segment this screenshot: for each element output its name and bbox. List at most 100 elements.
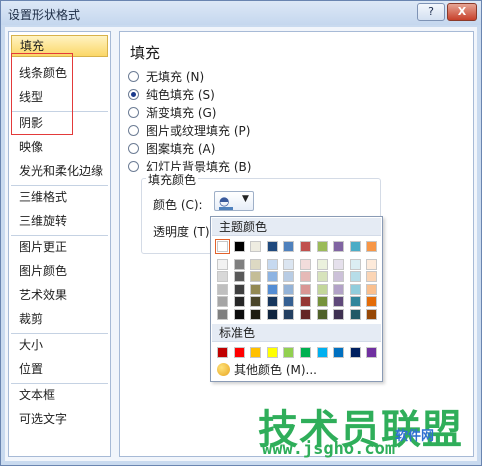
- nav-item-fill[interactable]: 填充: [11, 35, 108, 57]
- nav-item-glow-soft-edges[interactable]: 发光和柔化边缘: [11, 160, 108, 182]
- color-swatch[interactable]: [266, 259, 278, 270]
- color-swatch[interactable]: [217, 271, 228, 283]
- radio-solid-fill[interactable]: 纯色填充 (S): [128, 86, 215, 104]
- color-swatch[interactable]: [316, 347, 328, 358]
- color-swatch[interactable]: [266, 271, 278, 283]
- color-swatch[interactable]: [316, 241, 328, 252]
- color-swatch[interactable]: [349, 283, 361, 295]
- color-swatch[interactable]: [250, 271, 262, 283]
- radio-pattern-fill[interactable]: 图案填充 (A): [128, 140, 215, 158]
- color-swatch[interactable]: [333, 241, 345, 252]
- radio-indicator[interactable]: [128, 89, 139, 100]
- nav-item-3d-rotation[interactable]: 三维旋转: [11, 210, 108, 232]
- color-swatch[interactable]: [300, 259, 311, 270]
- color-swatch[interactable]: [250, 241, 262, 252]
- color-swatch[interactable]: [233, 283, 245, 295]
- radio-gradient-fill[interactable]: 渐变填充 (G): [128, 104, 216, 122]
- color-swatch[interactable]: [266, 241, 278, 252]
- color-swatch[interactable]: [300, 296, 311, 308]
- color-swatch[interactable]: [333, 308, 345, 320]
- color-swatch[interactable]: [300, 271, 311, 283]
- color-swatch[interactable]: [349, 347, 361, 358]
- color-swatch[interactable]: [349, 308, 361, 320]
- color-swatch[interactable]: [333, 259, 345, 270]
- fill-color-dropdown-button[interactable]: ◓ ▼: [214, 191, 254, 211]
- color-swatch[interactable]: [349, 259, 361, 270]
- color-swatch[interactable]: [316, 271, 328, 283]
- color-swatch[interactable]: [266, 308, 278, 320]
- color-swatch[interactable]: [349, 241, 361, 252]
- radio-indicator[interactable]: [128, 143, 139, 154]
- color-swatch[interactable]: [333, 283, 345, 295]
- nav-item-position[interactable]: 位置: [11, 358, 108, 380]
- color-swatch[interactable]: [283, 241, 295, 252]
- nav-item-3d-format[interactable]: 三维格式: [11, 186, 108, 208]
- color-swatch[interactable]: [316, 308, 328, 320]
- color-swatch[interactable]: [300, 241, 311, 252]
- color-swatch[interactable]: [333, 296, 345, 308]
- color-swatch[interactable]: [266, 296, 278, 308]
- color-swatch[interactable]: [283, 271, 295, 283]
- color-swatch[interactable]: [217, 259, 228, 270]
- color-swatch[interactable]: [316, 283, 328, 295]
- nav-item-size[interactable]: 大小: [11, 334, 108, 356]
- color-swatch[interactable]: [366, 283, 378, 295]
- color-swatch[interactable]: [217, 347, 228, 358]
- color-swatch[interactable]: [366, 241, 378, 252]
- color-swatch[interactable]: [233, 347, 245, 358]
- color-swatch[interactable]: [333, 271, 345, 283]
- more-colors-item[interactable]: 其他颜色 (M)...: [213, 361, 380, 380]
- radio-indicator[interactable]: [128, 161, 139, 172]
- color-swatch[interactable]: [233, 296, 245, 308]
- color-swatch[interactable]: [250, 296, 262, 308]
- color-swatch[interactable]: [283, 296, 295, 308]
- close-button[interactable]: X: [447, 3, 477, 21]
- title-bar[interactable]: 设置形状格式 ? X: [1, 1, 481, 25]
- color-swatch[interactable]: [316, 259, 328, 270]
- nav-item-alt-text[interactable]: 可选文字: [11, 408, 108, 430]
- nav-item-reflection[interactable]: 映像: [11, 136, 108, 158]
- color-swatch[interactable]: [283, 283, 295, 295]
- radio-picture-texture-fill[interactable]: 图片或纹理填充 (P): [128, 122, 250, 140]
- color-swatch[interactable]: [349, 296, 361, 308]
- nav-item-line-style[interactable]: 线型: [11, 86, 108, 108]
- color-swatch[interactable]: [250, 347, 262, 358]
- color-swatch[interactable]: [250, 283, 262, 295]
- color-swatch[interactable]: [366, 271, 378, 283]
- color-swatch[interactable]: [217, 283, 228, 295]
- color-swatch[interactable]: [366, 259, 378, 270]
- color-swatch[interactable]: [333, 347, 345, 358]
- color-swatch[interactable]: [250, 259, 262, 270]
- color-swatch[interactable]: [366, 296, 378, 308]
- color-swatch[interactable]: [217, 308, 228, 320]
- nav-item-artistic-effects[interactable]: 艺术效果: [11, 284, 108, 306]
- color-swatch[interactable]: [233, 308, 245, 320]
- color-swatch[interactable]: [250, 308, 262, 320]
- color-swatch[interactable]: [349, 271, 361, 283]
- color-swatch[interactable]: [300, 347, 311, 358]
- color-swatch[interactable]: [300, 283, 311, 295]
- nav-item-picture-color[interactable]: 图片颜色: [11, 260, 108, 282]
- nav-item-line-color[interactable]: 线条颜色: [11, 62, 108, 84]
- color-swatch[interactable]: [266, 347, 278, 358]
- radio-indicator[interactable]: [128, 71, 139, 82]
- color-swatch[interactable]: [217, 296, 228, 308]
- radio-indicator[interactable]: [128, 107, 139, 118]
- nav-item-picture-corrections[interactable]: 图片更正: [11, 236, 108, 258]
- color-swatch[interactable]: [283, 308, 295, 320]
- color-swatch[interactable]: [366, 347, 378, 358]
- nav-item-shadow[interactable]: 阴影: [11, 112, 108, 134]
- nav-item-text-box[interactable]: 文本框: [11, 384, 108, 406]
- color-swatch[interactable]: [300, 308, 311, 320]
- color-swatch[interactable]: [316, 296, 328, 308]
- color-swatch[interactable]: [233, 259, 245, 270]
- help-button[interactable]: ?: [417, 3, 445, 21]
- color-swatch[interactable]: [283, 259, 295, 270]
- nav-item-crop[interactable]: 裁剪: [11, 308, 108, 330]
- color-swatch[interactable]: [215, 239, 230, 254]
- radio-indicator[interactable]: [128, 125, 139, 136]
- color-swatch[interactable]: [266, 283, 278, 295]
- color-swatch[interactable]: [366, 308, 378, 320]
- color-swatch[interactable]: [233, 241, 245, 252]
- color-swatch[interactable]: [233, 271, 245, 283]
